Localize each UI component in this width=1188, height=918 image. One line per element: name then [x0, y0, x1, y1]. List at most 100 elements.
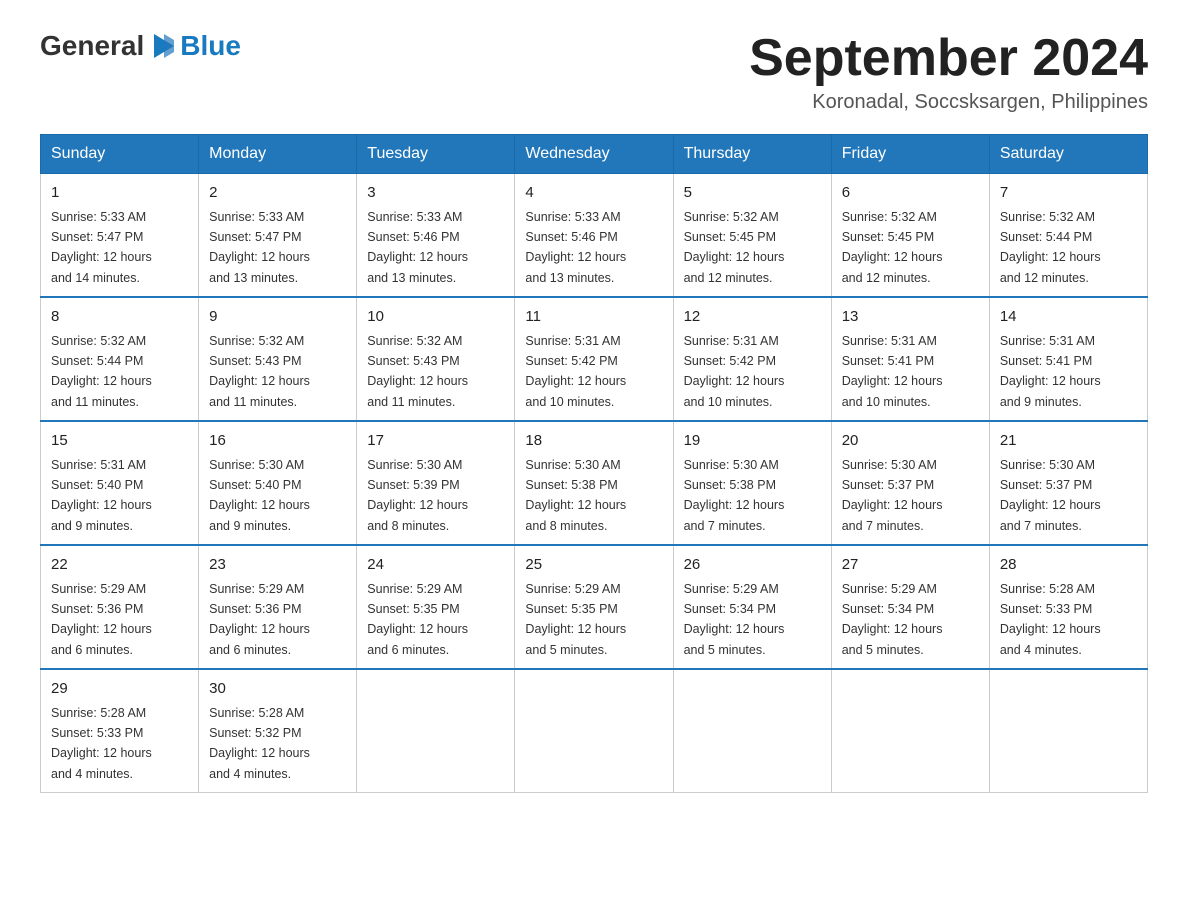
header-sunday: Sunday [41, 135, 199, 174]
header-monday: Monday [199, 135, 357, 174]
day-info: Sunrise: 5:31 AMSunset: 5:41 PMDaylight:… [842, 334, 943, 409]
day-number: 19 [684, 430, 821, 453]
day-number: 30 [209, 678, 346, 701]
calendar-header-row: SundayMondayTuesdayWednesdayThursdayFrid… [41, 135, 1148, 174]
day-number: 2 [209, 182, 346, 205]
day-cell: 15 Sunrise: 5:31 AMSunset: 5:40 PMDaylig… [41, 421, 199, 545]
day-cell: 2 Sunrise: 5:33 AMSunset: 5:47 PMDayligh… [199, 174, 357, 298]
day-cell: 8 Sunrise: 5:32 AMSunset: 5:44 PMDayligh… [41, 297, 199, 421]
day-number: 13 [842, 306, 979, 329]
day-info: Sunrise: 5:32 AMSunset: 5:44 PMDaylight:… [1000, 210, 1101, 285]
header-saturday: Saturday [989, 135, 1147, 174]
day-cell: 26 Sunrise: 5:29 AMSunset: 5:34 PMDaylig… [673, 545, 831, 669]
day-number: 25 [525, 554, 662, 577]
day-info: Sunrise: 5:32 AMSunset: 5:45 PMDaylight:… [684, 210, 785, 285]
day-cell: 17 Sunrise: 5:30 AMSunset: 5:39 PMDaylig… [357, 421, 515, 545]
day-cell: 12 Sunrise: 5:31 AMSunset: 5:42 PMDaylig… [673, 297, 831, 421]
day-info: Sunrise: 5:28 AMSunset: 5:33 PMDaylight:… [51, 706, 152, 781]
day-info: Sunrise: 5:31 AMSunset: 5:42 PMDaylight:… [684, 334, 785, 409]
day-cell: 14 Sunrise: 5:31 AMSunset: 5:41 PMDaylig… [989, 297, 1147, 421]
day-number: 12 [684, 306, 821, 329]
day-info: Sunrise: 5:30 AMSunset: 5:37 PMDaylight:… [842, 458, 943, 533]
day-cell [989, 669, 1147, 793]
day-number: 20 [842, 430, 979, 453]
day-info: Sunrise: 5:30 AMSunset: 5:40 PMDaylight:… [209, 458, 310, 533]
logo-text-blue: Blue [180, 30, 241, 62]
day-number: 5 [684, 182, 821, 205]
day-cell: 24 Sunrise: 5:29 AMSunset: 5:35 PMDaylig… [357, 545, 515, 669]
day-cell: 9 Sunrise: 5:32 AMSunset: 5:43 PMDayligh… [199, 297, 357, 421]
day-number: 17 [367, 430, 504, 453]
day-info: Sunrise: 5:29 AMSunset: 5:36 PMDaylight:… [51, 582, 152, 657]
week-row-2: 8 Sunrise: 5:32 AMSunset: 5:44 PMDayligh… [41, 297, 1148, 421]
day-cell [515, 669, 673, 793]
day-info: Sunrise: 5:29 AMSunset: 5:34 PMDaylight:… [842, 582, 943, 657]
day-info: Sunrise: 5:31 AMSunset: 5:41 PMDaylight:… [1000, 334, 1101, 409]
day-number: 22 [51, 554, 188, 577]
day-cell: 27 Sunrise: 5:29 AMSunset: 5:34 PMDaylig… [831, 545, 989, 669]
day-cell: 21 Sunrise: 5:30 AMSunset: 5:37 PMDaylig… [989, 421, 1147, 545]
day-cell: 4 Sunrise: 5:33 AMSunset: 5:46 PMDayligh… [515, 174, 673, 298]
week-row-1: 1 Sunrise: 5:33 AMSunset: 5:47 PMDayligh… [41, 174, 1148, 298]
day-cell: 28 Sunrise: 5:28 AMSunset: 5:33 PMDaylig… [989, 545, 1147, 669]
day-info: Sunrise: 5:33 AMSunset: 5:47 PMDaylight:… [209, 210, 310, 285]
day-number: 18 [525, 430, 662, 453]
day-number: 28 [1000, 554, 1137, 577]
day-number: 15 [51, 430, 188, 453]
day-cell: 13 Sunrise: 5:31 AMSunset: 5:41 PMDaylig… [831, 297, 989, 421]
day-number: 7 [1000, 182, 1137, 205]
month-title: September 2024 [749, 30, 1148, 87]
day-info: Sunrise: 5:29 AMSunset: 5:35 PMDaylight:… [525, 582, 626, 657]
day-number: 8 [51, 306, 188, 329]
day-number: 9 [209, 306, 346, 329]
page-header: General Blue September 2024 Koronadal, S… [40, 30, 1148, 114]
week-row-5: 29 Sunrise: 5:28 AMSunset: 5:33 PMDaylig… [41, 669, 1148, 793]
header-thursday: Thursday [673, 135, 831, 174]
day-info: Sunrise: 5:32 AMSunset: 5:43 PMDaylight:… [367, 334, 468, 409]
day-cell: 23 Sunrise: 5:29 AMSunset: 5:36 PMDaylig… [199, 545, 357, 669]
logo-icon [146, 30, 178, 62]
day-info: Sunrise: 5:31 AMSunset: 5:40 PMDaylight:… [51, 458, 152, 533]
day-info: Sunrise: 5:30 AMSunset: 5:38 PMDaylight:… [525, 458, 626, 533]
day-number: 6 [842, 182, 979, 205]
day-info: Sunrise: 5:32 AMSunset: 5:43 PMDaylight:… [209, 334, 310, 409]
day-info: Sunrise: 5:33 AMSunset: 5:47 PMDaylight:… [51, 210, 152, 285]
day-number: 3 [367, 182, 504, 205]
header-tuesday: Tuesday [357, 135, 515, 174]
day-info: Sunrise: 5:29 AMSunset: 5:34 PMDaylight:… [684, 582, 785, 657]
day-info: Sunrise: 5:29 AMSunset: 5:35 PMDaylight:… [367, 582, 468, 657]
day-number: 1 [51, 182, 188, 205]
week-row-4: 22 Sunrise: 5:29 AMSunset: 5:36 PMDaylig… [41, 545, 1148, 669]
week-row-3: 15 Sunrise: 5:31 AMSunset: 5:40 PMDaylig… [41, 421, 1148, 545]
calendar-table: SundayMondayTuesdayWednesdayThursdayFrid… [40, 134, 1148, 793]
day-cell: 30 Sunrise: 5:28 AMSunset: 5:32 PMDaylig… [199, 669, 357, 793]
day-number: 11 [525, 306, 662, 329]
day-number: 16 [209, 430, 346, 453]
day-cell: 20 Sunrise: 5:30 AMSunset: 5:37 PMDaylig… [831, 421, 989, 545]
header-friday: Friday [831, 135, 989, 174]
day-info: Sunrise: 5:32 AMSunset: 5:45 PMDaylight:… [842, 210, 943, 285]
day-cell: 7 Sunrise: 5:32 AMSunset: 5:44 PMDayligh… [989, 174, 1147, 298]
day-number: 4 [525, 182, 662, 205]
day-cell: 16 Sunrise: 5:30 AMSunset: 5:40 PMDaylig… [199, 421, 357, 545]
title-section: September 2024 Koronadal, Soccsksargen, … [749, 30, 1148, 114]
day-info: Sunrise: 5:31 AMSunset: 5:42 PMDaylight:… [525, 334, 626, 409]
logo-text-general: General [40, 30, 144, 62]
day-cell: 19 Sunrise: 5:30 AMSunset: 5:38 PMDaylig… [673, 421, 831, 545]
day-info: Sunrise: 5:33 AMSunset: 5:46 PMDaylight:… [525, 210, 626, 285]
day-cell: 10 Sunrise: 5:32 AMSunset: 5:43 PMDaylig… [357, 297, 515, 421]
day-number: 10 [367, 306, 504, 329]
day-cell: 22 Sunrise: 5:29 AMSunset: 5:36 PMDaylig… [41, 545, 199, 669]
day-info: Sunrise: 5:32 AMSunset: 5:44 PMDaylight:… [51, 334, 152, 409]
logo: General Blue [40, 30, 241, 62]
day-cell [831, 669, 989, 793]
day-number: 24 [367, 554, 504, 577]
day-number: 14 [1000, 306, 1137, 329]
header-wednesday: Wednesday [515, 135, 673, 174]
day-number: 23 [209, 554, 346, 577]
day-cell: 29 Sunrise: 5:28 AMSunset: 5:33 PMDaylig… [41, 669, 199, 793]
day-info: Sunrise: 5:29 AMSunset: 5:36 PMDaylight:… [209, 582, 310, 657]
day-cell: 25 Sunrise: 5:29 AMSunset: 5:35 PMDaylig… [515, 545, 673, 669]
day-cell: 5 Sunrise: 5:32 AMSunset: 5:45 PMDayligh… [673, 174, 831, 298]
day-cell: 11 Sunrise: 5:31 AMSunset: 5:42 PMDaylig… [515, 297, 673, 421]
